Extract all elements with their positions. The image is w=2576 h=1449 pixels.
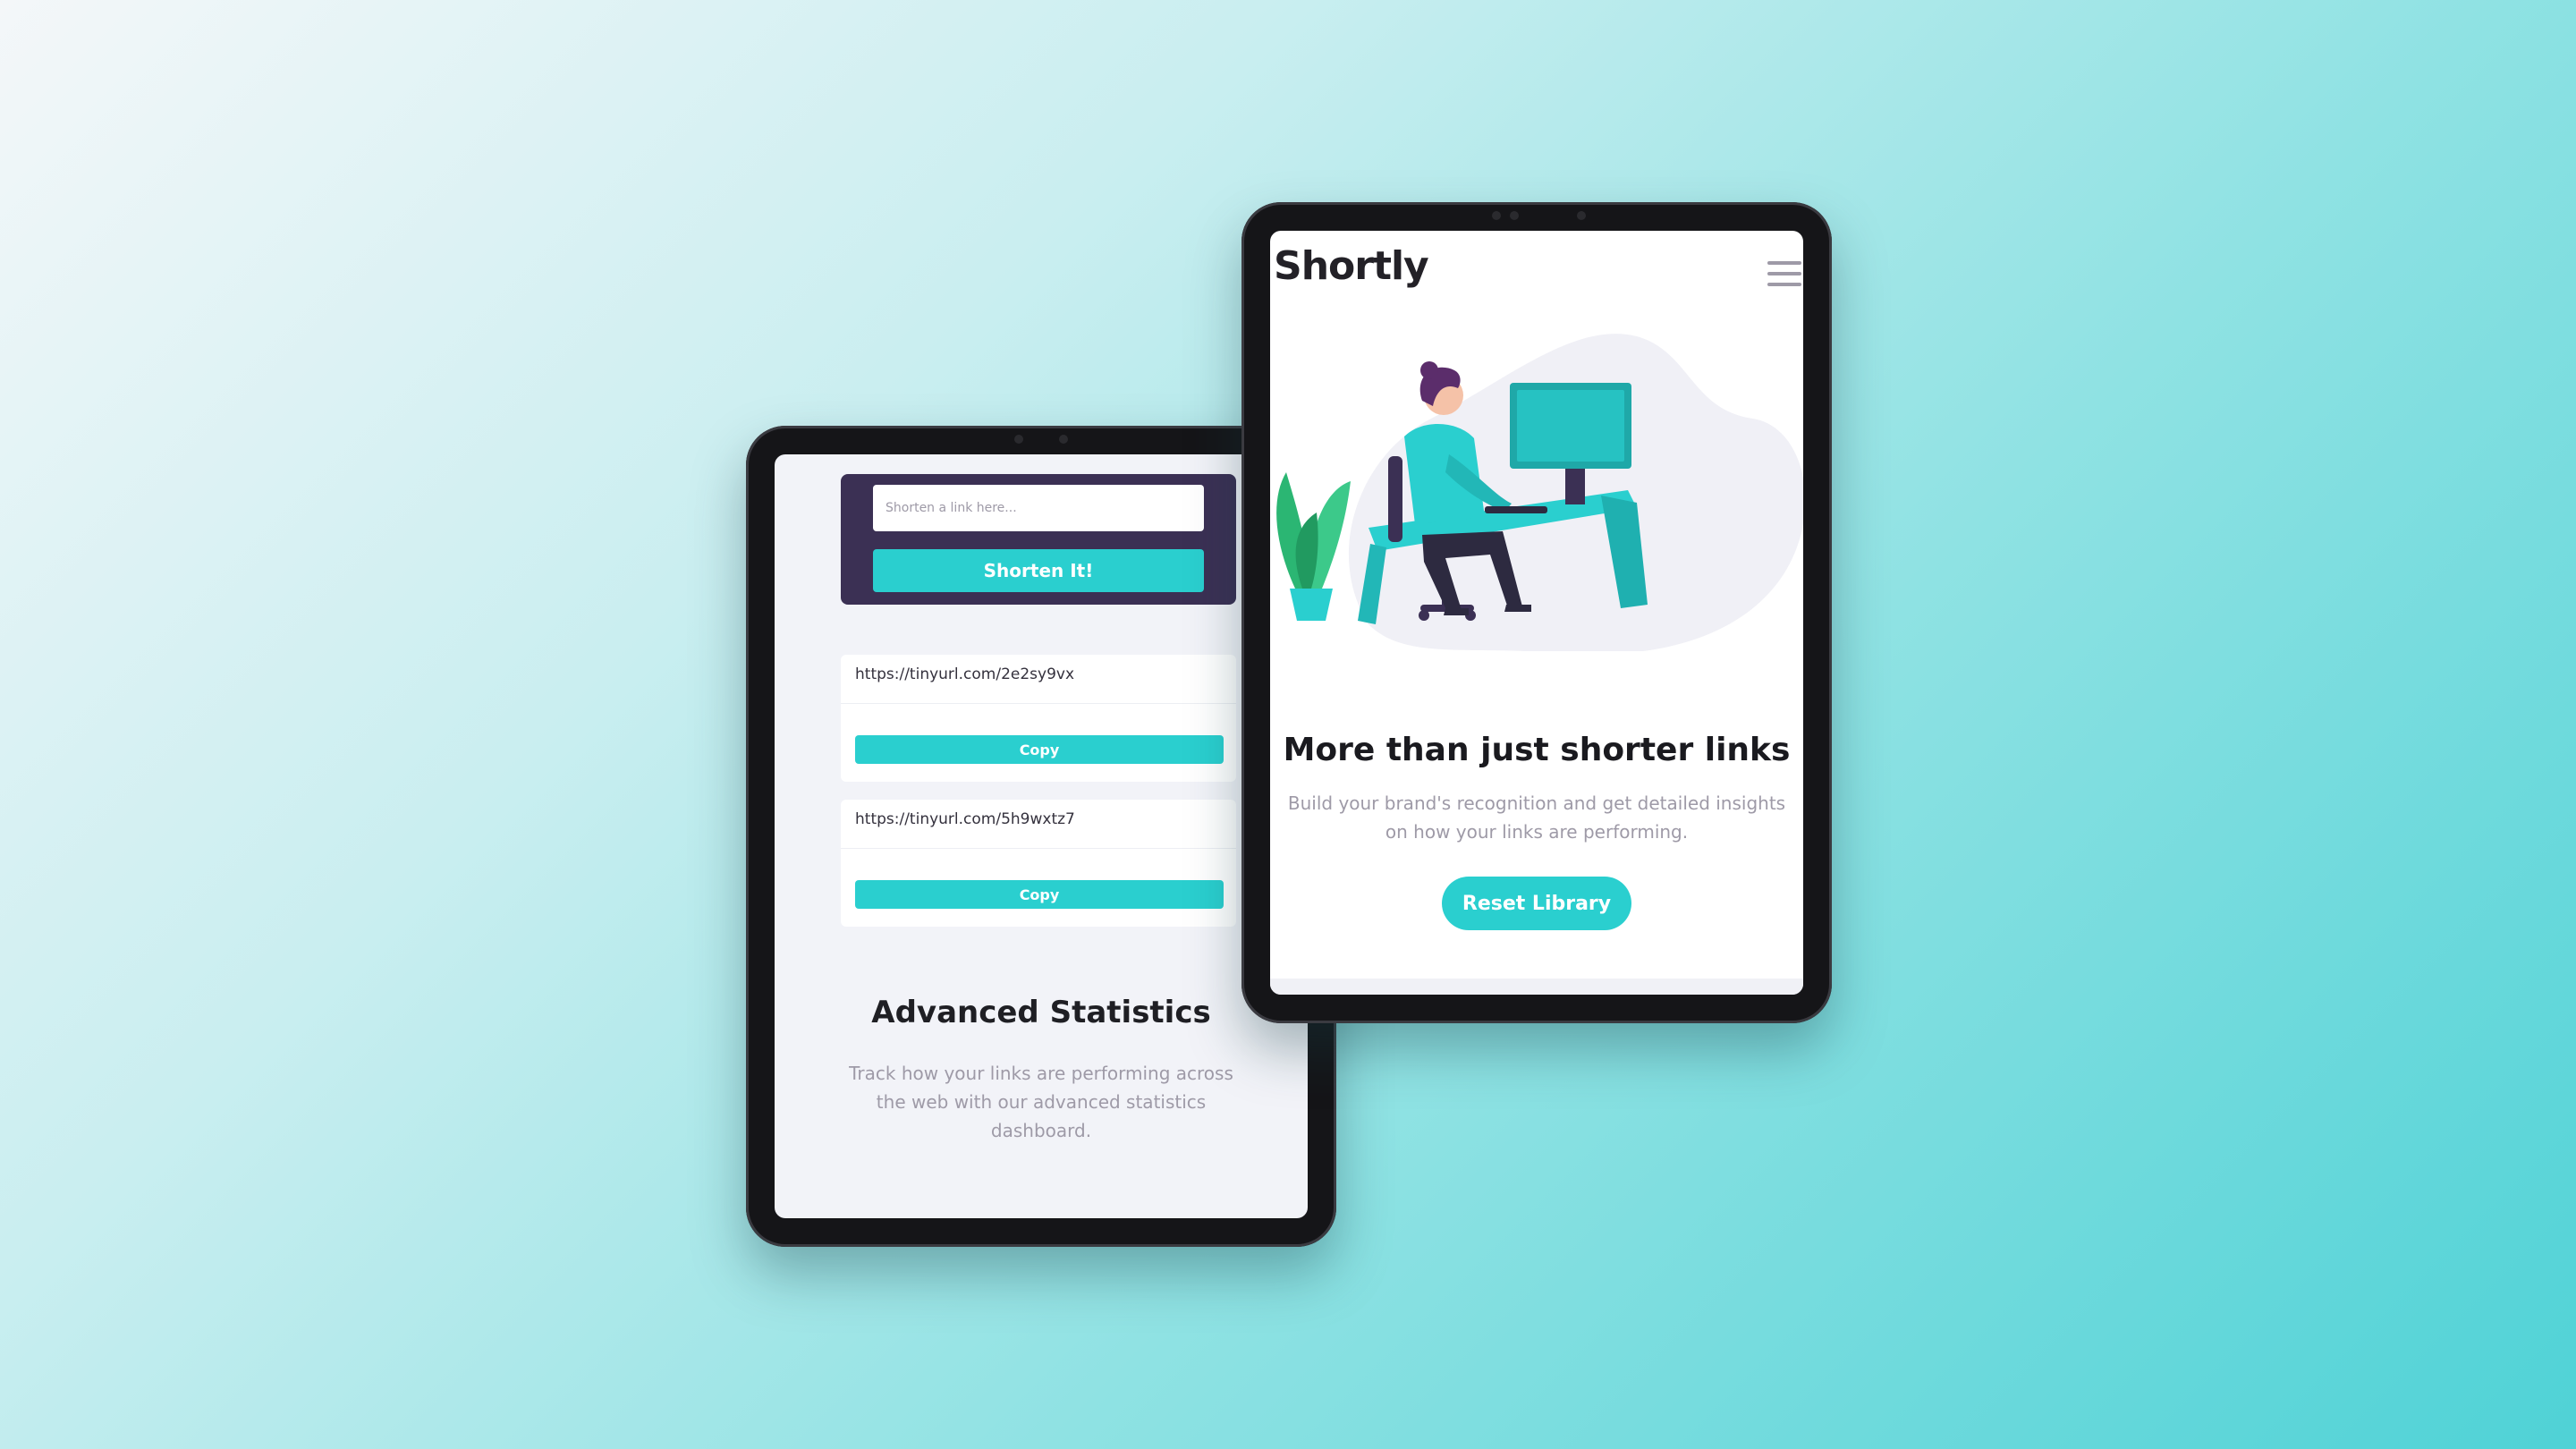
shortened-url[interactable]: https://tinyurl.com/5h9wxtz7 (855, 810, 1075, 828)
tablet-right: Shortly More than just shorter links Bui… (1241, 202, 1832, 1023)
person-hair-bun (1420, 361, 1438, 379)
shortened-link-card: https://tinyurl.com/5h9wxtz7 Copy (841, 800, 1236, 927)
monitor-screen (1517, 390, 1624, 462)
advanced-statistics-description: Track how your links are performing acro… (849, 1063, 1233, 1141)
shortly-logo[interactable]: Shortly (1274, 243, 1429, 289)
reset-library-button[interactable]: Reset Library (1442, 877, 1631, 930)
person-shoe (1444, 608, 1469, 615)
screen-bottom-band (1270, 979, 1803, 995)
camera-dot (1577, 211, 1586, 220)
chair-wheel (1419, 610, 1429, 621)
person-shoe (1504, 605, 1531, 612)
plant-pot (1290, 589, 1333, 621)
camera-dot (1510, 211, 1519, 220)
left-screen: Shorten It! https://tinyurl.com/2e2sy9vx… (775, 454, 1308, 1218)
person-working-at-desk-illustration (1276, 334, 1803, 651)
monitor-stand (1565, 469, 1585, 504)
shorten-it-button[interactable]: Shorten It! (873, 549, 1204, 592)
advanced-statistics-title: Advanced Statistics (871, 995, 1211, 1030)
hero-description: Build your brand's recognition and get d… (1287, 792, 1786, 843)
divider (841, 848, 1236, 849)
shorten-form: Shorten It! (841, 474, 1236, 605)
chair-back (1388, 456, 1402, 542)
camera-dot (1492, 211, 1501, 220)
hamburger-menu-icon[interactable] (1767, 259, 1801, 288)
copy-button[interactable]: Copy (855, 880, 1224, 909)
shortened-link-card: https://tinyurl.com/2e2sy9vx Copy (841, 655, 1236, 782)
keyboard (1485, 506, 1547, 513)
right-screen: Shortly More than just shorter links Bui… (1270, 231, 1803, 995)
shorten-link-input[interactable] (873, 485, 1204, 531)
divider (841, 703, 1236, 704)
shortened-url[interactable]: https://tinyurl.com/2e2sy9vx (855, 665, 1074, 683)
camera-dot (1059, 435, 1068, 444)
hero-title: More than just shorter links (1283, 732, 1791, 768)
copy-button[interactable]: Copy (855, 735, 1224, 764)
camera-dot (1014, 435, 1023, 444)
